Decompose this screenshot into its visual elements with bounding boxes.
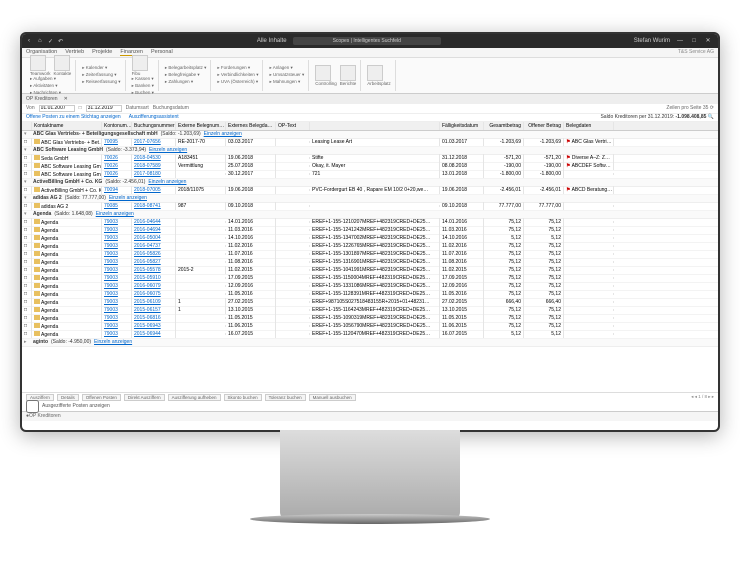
- ribbon: TeamworkKontakte▸ Aufgaben ▾▸ Aktivitäte…: [22, 58, 718, 94]
- col-header[interactable]: Buchungsnummer: [132, 122, 176, 130]
- search-icon[interactable]: 🔍: [708, 114, 714, 120]
- home-icon[interactable]: ⌂: [38, 38, 44, 44]
- action-btn-6[interactable]: Toleranz buchen: [265, 394, 306, 401]
- action-buttons: AusziffernDetailsOffenen PostenDirekt Au…: [22, 392, 718, 402]
- von-label: Von: [26, 105, 35, 111]
- col-header[interactable]: Externes Belegda…: [226, 122, 276, 130]
- group-row[interactable]: ▸aginto (Saldo: -4.950,00) Einzeln anzei…: [22, 339, 718, 347]
- show-cleared-label: Ausgezifferte Posten anzeigen: [42, 403, 110, 409]
- search-scope[interactable]: Alle Inhalte: [257, 38, 287, 44]
- data-grid[interactable]: KontaktnameKontonum…BuchungsnummerExtern…: [22, 122, 718, 392]
- table-row[interactable]: □ABC Glas Vertriebs- + Bet…700952017-076…: [22, 139, 718, 147]
- menubar: Organisation Vertrieb Projekte Finanzen …: [22, 48, 718, 58]
- saldo-value: -1.098.408,85: [676, 114, 707, 120]
- titlebar: ‹ ⌂ ✓ ↶ Alle Inhalte Scopes | Intelligen…: [22, 34, 718, 48]
- link-assistent[interactable]: Auszifferungsassistent: [129, 114, 179, 120]
- statusbar: ● OP Kreditoren: [22, 411, 718, 421]
- filterbar: Von □ Datumsart Buchungsdatum Zeilen pro…: [22, 104, 718, 114]
- action-btn-4[interactable]: Auszifferung aufheben: [168, 394, 221, 401]
- pager[interactable]: ◂ ◂ 1 / 8 ▸ ▸: [691, 394, 714, 400]
- col-header[interactable]: Fälligkeitsdatum: [440, 122, 484, 130]
- back-icon[interactable]: ‹: [28, 38, 34, 44]
- col-header[interactable]: OP-Text: [276, 122, 310, 130]
- action-btn-1[interactable]: Details: [57, 394, 79, 401]
- action-btn-2[interactable]: Offenen Posten: [82, 394, 121, 401]
- tabstrip: OP Kreditoren ✕: [22, 94, 718, 104]
- bis-input[interactable]: [86, 105, 122, 112]
- col-header[interactable]: Kontaktname: [32, 122, 102, 130]
- maximize-icon[interactable]: □: [690, 38, 698, 44]
- refresh-icon[interactable]: ⟳: [710, 105, 714, 111]
- col-header[interactable]: Kontonum…: [102, 122, 132, 130]
- table-row[interactable]: □adidas AG 2700852018-0874198709.10.2018…: [22, 203, 718, 211]
- datumsart-select[interactable]: Buchungsdatum: [153, 105, 189, 111]
- link-stichtag[interactable]: Offene Posten zu einem Stichtag anzeigen: [26, 114, 121, 120]
- table-row[interactable]: □ActiveBilling GmbH + Co. KG700942018-07…: [22, 187, 718, 195]
- saldo-label: Saldo Kreditoren per 31.12.2019:: [600, 114, 674, 120]
- search-input[interactable]: Scopes | Intelligentes Suchfeld: [293, 37, 441, 45]
- col-header[interactable]: Externe Belegnum…: [176, 122, 226, 130]
- table-row[interactable]: □Agenda790032015-0694416.07.2015EREF+1-1…: [22, 331, 718, 339]
- status-text: OP Kreditoren: [29, 413, 61, 419]
- zeilen-input[interactable]: 35: [703, 105, 709, 111]
- col-header[interactable]: Gesamtbetrag: [484, 122, 524, 130]
- col-header[interactable]: Offener Betrag: [524, 122, 564, 130]
- show-cleared-checkbox[interactable]: [26, 400, 39, 413]
- minimize-icon[interactable]: —: [676, 38, 684, 44]
- app-window: ‹ ⌂ ✓ ↶ Alle Inhalte Scopes | Intelligen…: [20, 32, 720, 432]
- linkbar: Offene Posten zu einem Stichtag anzeigen…: [22, 114, 718, 122]
- menu-projekte[interactable]: Projekte: [92, 49, 112, 55]
- company-selector[interactable]: T&S Service AG: [678, 49, 714, 55]
- table-row[interactable]: □ABC Software Leasing GmbH700262017-0818…: [22, 171, 718, 179]
- grid-header: KontaktnameKontonum…BuchungsnummerExtern…: [22, 122, 718, 131]
- close-icon[interactable]: ✕: [704, 37, 712, 44]
- col-header[interactable]: Belegdaten: [564, 122, 614, 130]
- bis-label: □: [79, 105, 82, 111]
- action-btn-5[interactable]: Skonto buchen: [224, 394, 262, 401]
- user-label[interactable]: Stefan Wurim: [634, 38, 670, 44]
- col-header[interactable]: [310, 122, 440, 130]
- menu-personal[interactable]: Personal: [151, 49, 173, 55]
- save-icon[interactable]: ✓: [48, 38, 54, 44]
- col-header[interactable]: [22, 122, 32, 130]
- action-btn-3[interactable]: Direkt Ausziffern: [124, 394, 165, 401]
- tab-close-icon[interactable]: ✕: [64, 96, 68, 102]
- zeilen-label: Zeilen pro Seite: [666, 105, 701, 111]
- von-input[interactable]: [39, 105, 75, 112]
- action-btn-7[interactable]: Manuell ausbuchen: [309, 394, 356, 401]
- tab-op-kreditoren[interactable]: OP Kreditoren: [26, 96, 58, 102]
- checkrow: Ausgezifferte Posten anzeigen: [22, 402, 718, 411]
- datumsart-label: Datumsart: [126, 105, 149, 111]
